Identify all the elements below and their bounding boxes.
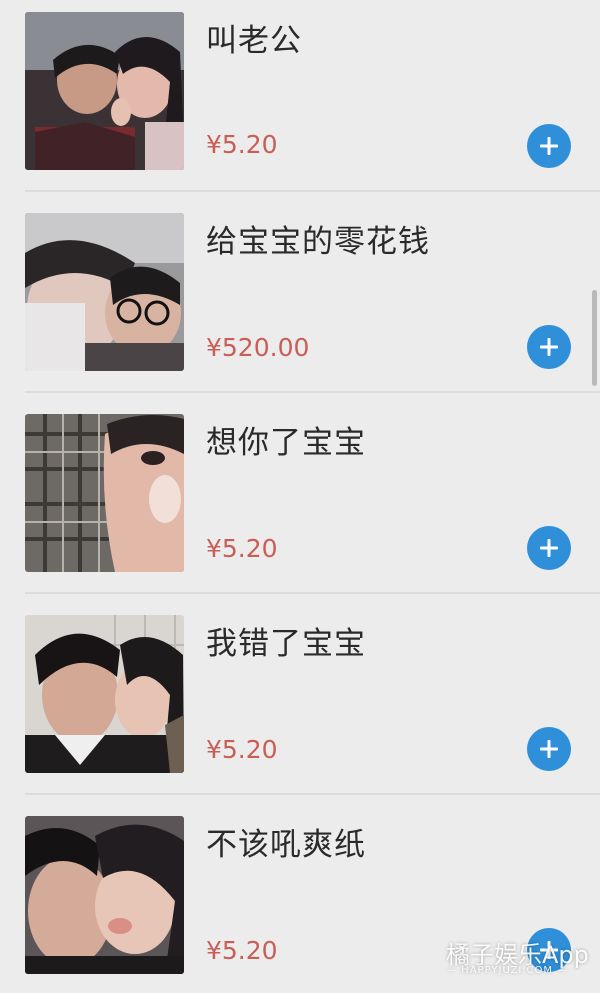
product-list-screen: 叫老公 ¥5.20 给宝宝的零花钱 ¥520.00 想你了宝宝 ¥5.20 我错… — [0, 0, 600, 993]
list-item[interactable]: 叫老公 ¥5.20 — [0, 0, 600, 192]
item-photo — [25, 414, 184, 572]
item-title: 叫老公 — [206, 23, 302, 59]
plus-icon — [540, 539, 558, 557]
watermark: 橘子娱乐App — HAPPYJUZI.COM — — [440, 935, 592, 987]
list-item[interactable]: 我错了宝宝 ¥5.20 — [0, 594, 600, 795]
item-photo — [25, 615, 184, 773]
watermark-url: — HAPPYJUZI.COM — — [446, 965, 569, 976]
item-photo — [25, 12, 184, 170]
item-title: 我错了宝宝 — [206, 626, 366, 662]
item-title: 给宝宝的零花钱 — [206, 224, 430, 260]
item-photo — [25, 213, 184, 371]
item-title: 想你了宝宝 — [206, 425, 366, 461]
add-button[interactable] — [527, 325, 571, 369]
list-item[interactable]: 给宝宝的零花钱 ¥520.00 — [0, 192, 600, 393]
scrollbar[interactable] — [592, 290, 597, 386]
item-price: ¥5.20 — [206, 936, 278, 965]
plus-icon — [540, 137, 558, 155]
item-price: ¥5.20 — [206, 735, 278, 764]
add-button[interactable] — [527, 124, 571, 168]
plus-icon — [540, 338, 558, 356]
item-price: ¥5.20 — [206, 130, 278, 159]
plus-icon — [540, 740, 558, 758]
item-photo — [25, 816, 184, 974]
item-price: ¥520.00 — [206, 333, 310, 362]
item-title: 不该吼爽纸 — [206, 827, 366, 863]
list-item[interactable]: 想你了宝宝 ¥5.20 — [0, 393, 600, 594]
item-price: ¥5.20 — [206, 534, 278, 563]
add-button[interactable] — [527, 526, 571, 570]
add-button[interactable] — [527, 727, 571, 771]
